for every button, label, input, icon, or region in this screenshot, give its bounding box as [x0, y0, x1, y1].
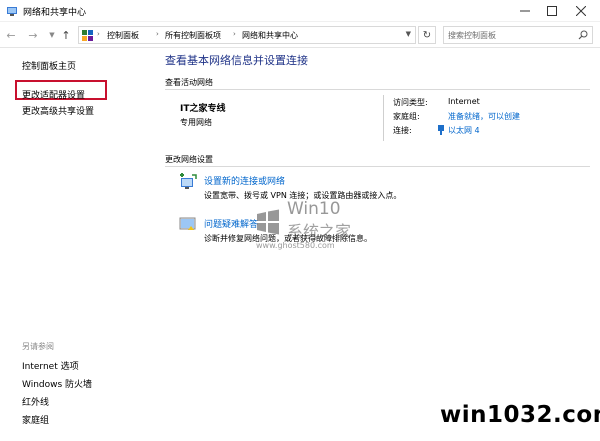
network-info-divider	[383, 95, 384, 141]
see-also-internet-options[interactable]: Internet 选项	[22, 359, 79, 372]
up-button[interactable]: ↑	[59, 27, 73, 43]
back-button[interactable]: ←	[4, 27, 18, 43]
chevron-right-icon: ›	[97, 30, 100, 38]
see-also-infrared[interactable]: 红外线	[22, 395, 49, 408]
arrow-left-icon: ←	[6, 28, 16, 42]
breadcrumb-network-center[interactable]: 网络和共享中心	[242, 30, 298, 41]
window-title: 网络和共享中心	[23, 8, 87, 18]
search-box[interactable]	[443, 26, 593, 44]
connection-link[interactable]: 以太网 4	[448, 125, 480, 136]
sidebar: 控制面板主页 更改适配器设置 更改高级共享设置 另请参阅 Internet 选项…	[0, 48, 150, 441]
network-sharing-center-icon	[7, 7, 17, 16]
troubleshoot-problems-link[interactable]: 问题疑难解答	[204, 217, 258, 230]
arrow-right-icon: →	[28, 28, 38, 42]
change-network-settings-heading: 更改网络设置	[165, 155, 213, 164]
minimize-icon	[520, 10, 530, 12]
site-url-watermark: www.ghost580.com	[256, 241, 335, 250]
setup-new-connection-link[interactable]: 设置新的连接或网络	[204, 174, 285, 187]
see-also-homegroup[interactable]: 家庭组	[22, 413, 49, 426]
see-also-heading: 另请参阅	[22, 342, 54, 351]
network-name: IT之家专线	[180, 104, 226, 114]
breadcrumb-all-items[interactable]: 所有控制面板项	[165, 30, 221, 41]
ethernet-icon	[438, 125, 444, 135]
sidebar-item-advanced-sharing-settings[interactable]: 更改高级共享设置	[22, 104, 94, 117]
active-networks-heading: 查看活动网络	[165, 78, 213, 87]
see-also-windows-firewall[interactable]: Windows 防火墙	[22, 377, 92, 390]
arrow-up-icon: ↑	[61, 28, 71, 42]
maximize-button[interactable]	[537, 0, 567, 22]
maximize-icon	[547, 6, 557, 16]
title-bar: 网络和共享中心	[0, 0, 600, 22]
sidebar-item-control-panel-home[interactable]: 控制面板主页	[22, 59, 76, 72]
sidebar-item-change-adapter-settings[interactable]: 更改适配器设置	[22, 88, 85, 101]
homegroup-link[interactable]: 准备就绪，可以创建	[448, 111, 520, 122]
navigation-bar: ← → ▼ ↑ › 控制面板 › 所有控制面板项 › 网络和共享中心 ▼ ↻	[0, 22, 600, 48]
forward-button[interactable]: →	[26, 27, 40, 43]
close-button[interactable]	[566, 0, 596, 22]
refresh-button[interactable]: ↻	[418, 26, 436, 44]
homegroup-label: 家庭组:	[393, 112, 420, 121]
control-panel-icon	[82, 30, 93, 41]
section-divider	[165, 166, 590, 167]
address-bar[interactable]: › 控制面板 › 所有控制面板项 › 网络和共享中心 ▼	[78, 26, 416, 44]
chevron-right-icon: ›	[233, 30, 236, 38]
chevron-down-icon: ▼	[49, 31, 55, 39]
network-type-link[interactable]: 专用网络	[180, 117, 212, 128]
minimize-button[interactable]	[510, 0, 540, 22]
new-connection-icon	[180, 173, 197, 189]
chevron-right-icon: ›	[156, 30, 159, 38]
chevron-down-icon[interactable]: ▼	[406, 30, 411, 38]
breadcrumb-control-panel[interactable]: 控制面板	[107, 30, 139, 41]
brand-watermark: win1032.com	[440, 402, 600, 428]
recent-locations-button[interactable]: ▼	[45, 27, 59, 43]
refresh-icon: ↻	[422, 29, 432, 41]
access-type-value: Internet	[448, 97, 480, 106]
search-input[interactable]	[448, 29, 568, 41]
troubleshoot-icon	[179, 217, 196, 230]
site-name-watermark: 系统之家	[287, 222, 352, 241]
windows-logo-watermark-icon	[257, 209, 279, 235]
page-title: 查看基本网络信息并设置连接	[165, 54, 308, 67]
section-divider	[165, 89, 590, 90]
access-type-label: 访问类型:	[393, 98, 428, 107]
connection-label: 连接:	[393, 126, 412, 135]
search-icon	[578, 30, 588, 40]
win10-watermark: Win10	[287, 199, 341, 219]
close-icon	[576, 6, 586, 16]
